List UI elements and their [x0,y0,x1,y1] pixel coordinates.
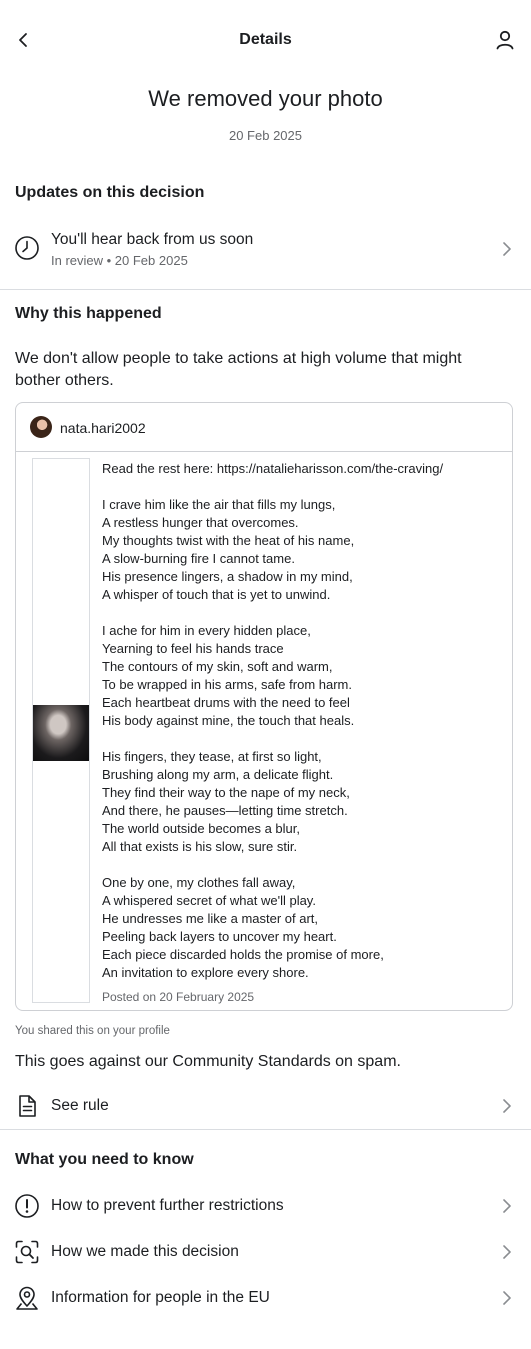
know-item-label: Information for people in the EU [51,1289,270,1306]
know-item-label: How to prevent further restrictions [51,1197,284,1214]
status-row[interactable]: You'll hear back from us soon In review … [0,222,531,276]
location-pin-icon [14,1285,40,1311]
chevron-right-icon [501,1198,513,1214]
chevron-right-icon [501,1244,513,1260]
updates-heading: Updates on this decision [15,184,205,201]
clock-icon [14,235,40,261]
post-photo[interactable] [33,705,89,761]
why-text: We don't allow people to take actions at… [15,350,462,389]
know-item-decision-process[interactable]: How we made this decision [0,1233,531,1273]
shared-note: You shared this on your profile [15,1025,170,1037]
exclamation-circle-icon [14,1193,40,1219]
see-rule-row[interactable]: See rule [0,1087,531,1125]
header-title: Details [239,31,292,48]
avatar [30,416,52,438]
divider [0,1129,531,1130]
why-heading: Why this happened [15,305,162,322]
post-card: nata.hari2002 Read the rest here: https:… [15,402,513,1011]
chevron-right-icon [501,1098,513,1114]
top-bar: Details [0,0,531,80]
chevron-right-icon [501,1290,513,1306]
chevron-right-icon [501,241,513,257]
search-document-icon [14,1239,40,1265]
status-title: You'll hear back from us soon [51,231,254,248]
standards-text: This goes against our Community Standard… [15,1053,401,1070]
decision-date: 20 Feb 2025 [228,128,302,143]
decision-title: We removed your photo [148,86,383,111]
divider [0,289,531,290]
post-text: Read the rest here: https://natalieharis… [102,461,444,980]
person-icon[interactable] [493,28,517,52]
know-heading: What you need to know [15,1151,194,1168]
status-subtitle: In review • 20 Feb 2025 [51,253,188,268]
know-item-eu-info[interactable]: Information for people in the EU [0,1279,531,1319]
know-item-prevent-restrictions[interactable]: How to prevent further restrictions [0,1187,531,1227]
post-date: Posted on 20 February 2025 [102,990,255,1004]
see-rule-label: See rule [51,1097,109,1114]
know-item-label: How we made this decision [51,1243,239,1260]
document-icon [14,1093,40,1119]
post-header: nata.hari2002 [16,403,512,452]
post-username: nata.hari2002 [60,420,146,436]
